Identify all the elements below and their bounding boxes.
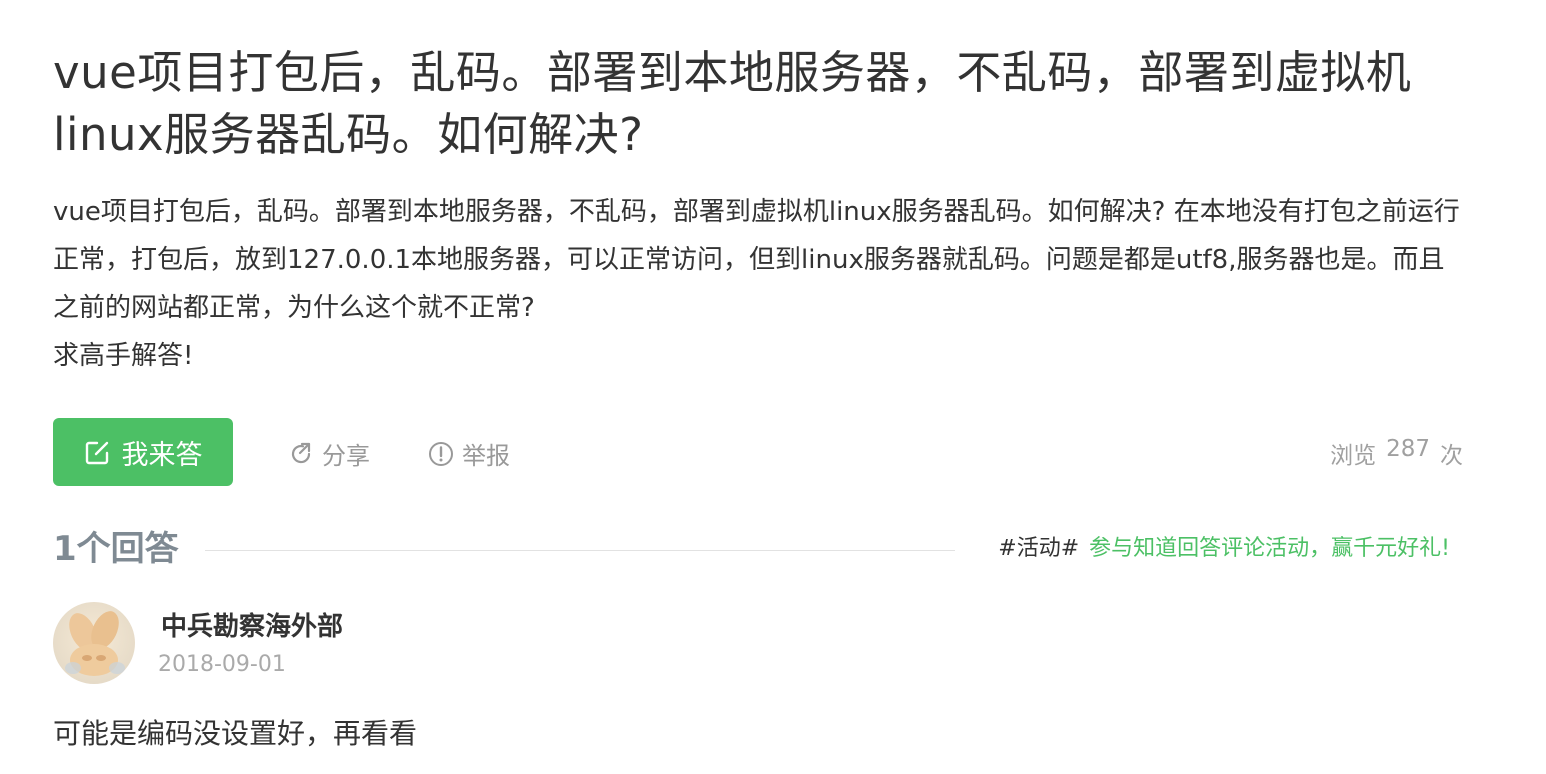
- avatar[interactable]: [53, 602, 135, 684]
- activity-promo: #活动# 参与知道回答评论活动，赢千元好礼!: [998, 534, 1450, 564]
- answer-item: 中兵勘察海外部 2018-09-01 可能是编码没设置好，再看看: [53, 602, 1463, 754]
- answers-count: 1个回答: [53, 529, 179, 569]
- question-title: vue项目打包后，乱码。部署到本地服务器，不乱码，部署到虚拟机linux服务器乱…: [53, 46, 1412, 161]
- view-count-number: 287: [1386, 436, 1430, 462]
- question-page: vue项目打包后，乱码。部署到本地服务器，不乱码，部署到虚拟机linux服务器乱…: [53, 0, 1463, 754]
- view-count-prefix: 浏览: [1330, 443, 1377, 469]
- report-label: 举报: [462, 442, 510, 470]
- question-body-paragraph: 求高手解答!: [53, 341, 194, 371]
- answer-author-block: 中兵勘察海外部 2018-09-01: [53, 602, 1463, 686]
- question-actions: 我来答 分享 举报 浏览 287 次: [53, 418, 1463, 486]
- answers-divider: [205, 550, 955, 551]
- question-body: vue项目打包后，乱码。部署到本地服务器，不乱码，部署到虚拟机linux服务器乱…: [53, 188, 1463, 380]
- report-link[interactable]: 举报: [428, 436, 510, 471]
- share-label: 分享: [322, 442, 370, 470]
- answer-button-label: 我来答: [121, 439, 203, 471]
- author-name[interactable]: 中兵勘察海外部: [161, 606, 343, 643]
- report-icon: [428, 441, 454, 467]
- activity-link[interactable]: 参与知道回答评论活动，赢千元好礼!: [1089, 534, 1450, 564]
- activity-tag: #活动#: [998, 536, 1080, 561]
- share-link[interactable]: 分享: [288, 436, 370, 471]
- question-body-paragraph: vue项目打包后，乱码。部署到本地服务器，不乱码，部署到虚拟机linux服务器乱…: [53, 197, 1460, 323]
- view-count: 浏览 287 次: [1330, 436, 1463, 470]
- answer-button[interactable]: 我来答: [53, 418, 233, 486]
- answers-header: 1个回答 #活动# 参与知道回答评论活动，赢千元好礼!: [53, 524, 1463, 574]
- view-count-suffix: 次: [1440, 443, 1463, 469]
- answer-content: 可能是编码没设置好，再看看: [53, 717, 418, 750]
- answer-date: 2018-09-01: [158, 652, 286, 677]
- share-icon: [288, 441, 314, 467]
- edit-icon: [84, 438, 112, 466]
